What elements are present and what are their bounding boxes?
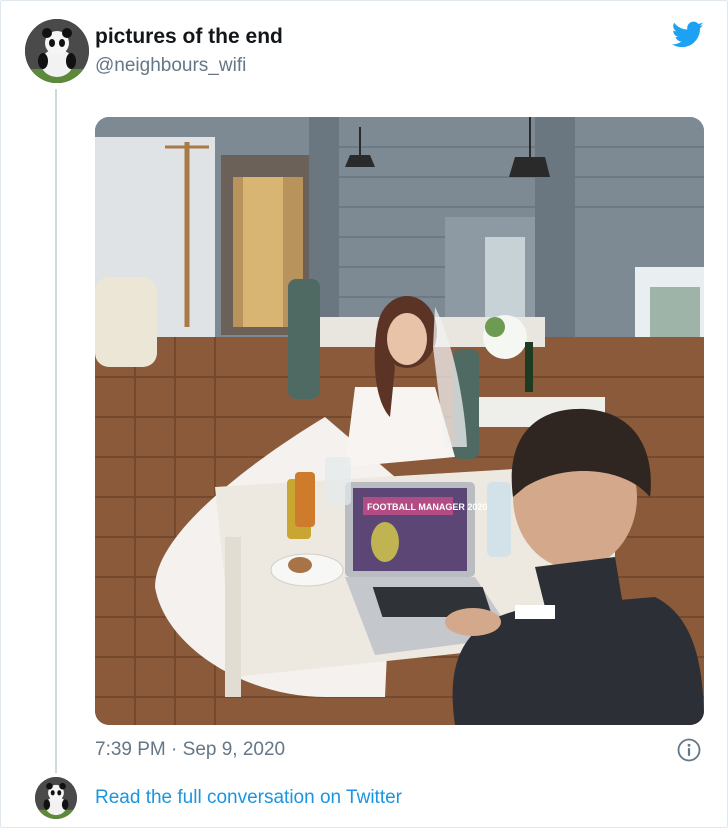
tweet-timestamp[interactable]: 7:39 PM · Sep 9, 2020	[95, 739, 285, 761]
tweet-card: pictures of the end @neighbours_wifi FOO…	[0, 0, 728, 828]
user-avatar[interactable]	[25, 19, 89, 83]
user-handle[interactable]: @neighbours_wifi	[95, 55, 246, 77]
laptop-screen-title: FOOTBALL MANAGER 2020	[367, 502, 487, 512]
wedding-scene-illustration: FOOTBALL MANAGER 2020	[95, 117, 704, 725]
twitter-bird-icon[interactable]	[671, 21, 704, 49]
panda-avatar-image	[25, 19, 89, 83]
read-conversation-link[interactable]: Read the full conversation on Twitter	[95, 787, 402, 809]
reply-avatar[interactable]	[35, 777, 77, 819]
thread-connector-line	[55, 89, 57, 773]
tweet-photo[interactable]: FOOTBALL MANAGER 2020	[95, 117, 704, 725]
info-icon[interactable]	[677, 738, 701, 762]
panda-avatar-image	[35, 777, 77, 819]
display-name[interactable]: pictures of the end	[95, 25, 283, 49]
